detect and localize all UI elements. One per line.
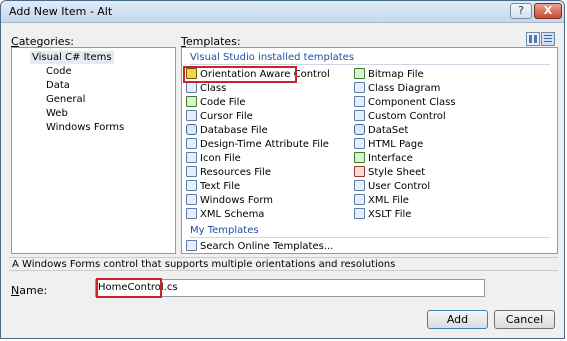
template-windows-form[interactable]: Windows Form bbox=[186, 194, 273, 207]
template-xml-file[interactable]: XML File bbox=[354, 194, 409, 207]
name-label: Name: bbox=[11, 284, 48, 297]
bitmap-file-icon bbox=[354, 68, 365, 79]
large-icons-icon bbox=[529, 35, 537, 43]
template-style-sheet[interactable]: Style Sheet bbox=[354, 166, 425, 179]
template-component-class[interactable]: Component Class bbox=[354, 96, 456, 109]
component-class-icon bbox=[354, 96, 365, 107]
template-text-file[interactable]: Text File bbox=[186, 180, 240, 193]
template-xml-schema[interactable]: XML Schema bbox=[186, 208, 264, 221]
categories-tree[interactable]: Visual C# Items Code Data General Web Wi… bbox=[11, 47, 176, 254]
class-icon bbox=[186, 82, 197, 93]
class-diagram-icon bbox=[354, 82, 365, 93]
category-visual-csharp-items[interactable]: Visual C# Items bbox=[30, 51, 114, 64]
category-code[interactable]: Code bbox=[46, 65, 72, 78]
template-bitmap-file[interactable]: Bitmap File bbox=[354, 68, 424, 81]
template-dataset[interactable]: DataSet bbox=[354, 124, 408, 137]
template-design-time-attribute-file[interactable]: Design-Time Attribute File bbox=[186, 138, 329, 151]
template-user-control[interactable]: User Control bbox=[354, 180, 430, 193]
name-input[interactable]: HomeControl.cs bbox=[95, 279, 485, 297]
xml-file-icon bbox=[354, 194, 365, 205]
template-database-file[interactable]: Database File bbox=[186, 124, 268, 137]
template-html-page[interactable]: HTML Page bbox=[354, 138, 423, 151]
cancel-button[interactable]: Cancel bbox=[494, 310, 555, 329]
html-page-icon bbox=[354, 138, 365, 149]
orientation-aware-control-icon bbox=[186, 68, 197, 79]
template-custom-control[interactable]: Custom Control bbox=[354, 110, 446, 123]
templates-list[interactable]: Visual Studio installed templates Orient… bbox=[181, 47, 558, 254]
category-web[interactable]: Web bbox=[46, 107, 68, 120]
large-icons-view-button[interactable] bbox=[526, 32, 540, 46]
text-file-icon bbox=[186, 180, 197, 191]
template-code-file[interactable]: Code File bbox=[186, 96, 246, 109]
template-xslt-file[interactable]: XSLT File bbox=[354, 208, 411, 221]
my-templates-header: My Templates bbox=[190, 225, 259, 236]
code-file-icon bbox=[186, 96, 197, 107]
template-icon-file[interactable]: Icon File bbox=[186, 152, 241, 165]
xml-schema-icon bbox=[186, 208, 197, 219]
template-description: A Windows Forms control that supports mu… bbox=[9, 257, 558, 271]
dataset-icon bbox=[354, 124, 365, 135]
close-button[interactable]: X bbox=[534, 3, 562, 19]
cursor-file-icon bbox=[186, 110, 197, 121]
close-icon: X bbox=[543, 4, 553, 17]
template-class[interactable]: Class bbox=[186, 82, 226, 95]
database-file-icon bbox=[186, 124, 197, 135]
help-button[interactable]: ? bbox=[510, 3, 532, 19]
template-class-diagram[interactable]: Class Diagram bbox=[354, 82, 440, 95]
search-online-templates-icon bbox=[186, 240, 197, 251]
style-sheet-icon bbox=[354, 166, 365, 177]
xslt-file-icon bbox=[354, 208, 365, 219]
template-orientation-aware-control[interactable]: Orientation Aware Control bbox=[186, 68, 330, 81]
help-icon: ? bbox=[518, 4, 524, 17]
interface-icon bbox=[354, 152, 365, 163]
windows-form-icon bbox=[186, 194, 197, 205]
icon-file-icon bbox=[186, 152, 197, 163]
resources-file-icon bbox=[186, 166, 197, 177]
window-title: Add New Item - Alt bbox=[9, 5, 113, 18]
user-control-icon bbox=[354, 180, 365, 191]
group-divider bbox=[190, 64, 550, 65]
design-time-attribute-file-icon bbox=[186, 138, 197, 149]
category-data[interactable]: Data bbox=[46, 79, 70, 92]
list-view-icon bbox=[544, 35, 552, 43]
template-search-online[interactable]: Search Online Templates... bbox=[186, 240, 333, 253]
custom-control-icon bbox=[354, 110, 365, 121]
title-bar: Add New Item - Alt ? X bbox=[1, 1, 564, 23]
small-icons-view-button[interactable] bbox=[541, 32, 555, 46]
group-divider bbox=[190, 237, 550, 238]
template-interface[interactable]: Interface bbox=[354, 152, 413, 165]
add-new-item-dialog: Add New Item - Alt ? X Categories: Visua… bbox=[0, 0, 565, 339]
template-resources-file[interactable]: Resources File bbox=[186, 166, 271, 179]
category-windows-forms[interactable]: Windows Forms bbox=[46, 121, 124, 134]
installed-templates-header: Visual Studio installed templates bbox=[190, 52, 355, 63]
add-button[interactable]: Add bbox=[427, 310, 488, 329]
category-general[interactable]: General bbox=[46, 93, 85, 106]
template-cursor-file[interactable]: Cursor File bbox=[186, 110, 253, 123]
